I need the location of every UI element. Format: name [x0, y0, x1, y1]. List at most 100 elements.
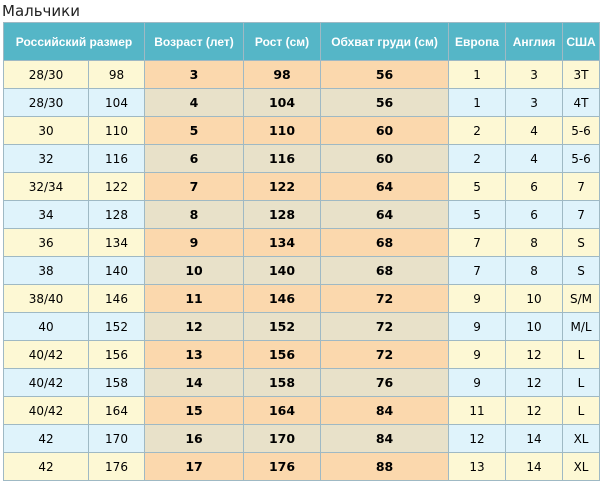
header-chest: Обхват груди (см): [320, 22, 450, 61]
cell-europe: 2: [448, 116, 507, 145]
cell-height: 104: [243, 88, 322, 117]
cell-russian-size: 40/42: [3, 396, 89, 425]
cell-ref-height: 156: [87, 340, 146, 369]
cell-chest: 88: [320, 452, 450, 481]
cell-europe: 9: [448, 312, 507, 341]
cell-ref-height: 158: [87, 368, 146, 397]
cell-age: 8: [144, 200, 245, 229]
cell-europe: 5: [448, 172, 507, 201]
cell-europe: 9: [448, 368, 507, 397]
header-height: Рост (см): [243, 22, 322, 61]
cell-age: 17: [144, 452, 245, 481]
cell-age: 9: [144, 228, 245, 257]
cell-age: 5: [144, 116, 245, 145]
cell-england: 12: [505, 340, 564, 369]
cell-usa: 5-6: [562, 116, 601, 145]
table-row: 30 110 5 110 60 2 4 5-6: [3, 116, 601, 145]
cell-chest: 84: [320, 424, 450, 453]
cell-russian-size: 36: [3, 228, 89, 257]
cell-usa: L: [562, 396, 601, 425]
cell-europe: 13: [448, 452, 507, 481]
cell-usa: XL: [562, 424, 601, 453]
cell-usa: S: [562, 228, 601, 257]
cell-ref-height: 152: [87, 312, 146, 341]
cell-russian-size: 34: [3, 200, 89, 229]
cell-russian-size: 28/30: [3, 88, 89, 117]
cell-europe: 1: [448, 60, 507, 89]
cell-england: 3: [505, 88, 564, 117]
header-england: Англия: [505, 22, 564, 61]
cell-russian-size: 40/42: [3, 340, 89, 369]
cell-russian-size: 40/42: [3, 368, 89, 397]
table-row: 42 176 17 176 88 13 14 XL: [3, 452, 601, 481]
table-row: 42 170 16 170 84 12 14 XL: [3, 424, 601, 453]
cell-age: 12: [144, 312, 245, 341]
cell-chest: 60: [320, 144, 450, 173]
cell-chest: 64: [320, 172, 450, 201]
cell-ref-height: 98: [87, 60, 146, 89]
cell-usa: L: [562, 368, 601, 397]
table-row: 40 152 12 152 72 9 10 M/L: [3, 312, 601, 341]
cell-age: 4: [144, 88, 245, 117]
header-usa: США: [562, 22, 601, 61]
cell-ref-height: 170: [87, 424, 146, 453]
cell-age: 16: [144, 424, 245, 453]
cell-england: 6: [505, 200, 564, 229]
cell-age: 13: [144, 340, 245, 369]
header-europe: Европа: [448, 22, 507, 61]
cell-chest: 68: [320, 256, 450, 285]
cell-height: 134: [243, 228, 322, 257]
header-russian-size: Российский размер: [2, 22, 146, 61]
cell-usa: L: [562, 340, 601, 369]
cell-usa: 7: [562, 172, 601, 201]
cell-age: 3: [144, 60, 245, 89]
cell-ref-height: 164: [87, 396, 146, 425]
cell-height: 176: [243, 452, 322, 481]
cell-ref-height: 104: [87, 88, 146, 117]
cell-height: 158: [243, 368, 322, 397]
cell-europe: 7: [448, 256, 507, 285]
cell-chest: 72: [320, 340, 450, 369]
cell-england: 12: [505, 396, 564, 425]
cell-chest: 72: [320, 284, 450, 313]
cell-ref-height: 116: [87, 144, 146, 173]
table-row: 28/30 104 4 104 56 1 3 4T: [3, 88, 601, 117]
cell-usa: S/M: [562, 284, 601, 313]
cell-england: 6: [505, 172, 564, 201]
table-row: 28/30 98 3 98 56 1 3 3T: [3, 60, 601, 89]
page-title: Мальчики: [2, 2, 80, 20]
cell-russian-size: 40: [3, 312, 89, 341]
cell-ref-height: 110: [87, 116, 146, 145]
cell-england: 14: [505, 452, 564, 481]
cell-england: 10: [505, 284, 564, 313]
cell-europe: 9: [448, 340, 507, 369]
cell-england: 12: [505, 368, 564, 397]
table-row: 32 116 6 116 60 2 4 5-6: [3, 144, 601, 173]
cell-europe: 11: [448, 396, 507, 425]
cell-russian-size: 32/34: [3, 172, 89, 201]
cell-age: 15: [144, 396, 245, 425]
cell-ref-height: 128: [87, 200, 146, 229]
size-chart-table: Российский размер Возраст (лет) Рост (см…: [2, 22, 601, 481]
cell-usa: XL: [562, 452, 601, 481]
table-row: 38 140 10 140 68 7 8 S: [3, 256, 601, 285]
table-row: 38/40 146 11 146 72 9 10 S/M: [3, 284, 601, 313]
cell-chest: 68: [320, 228, 450, 257]
cell-europe: 12: [448, 424, 507, 453]
cell-height: 122: [243, 172, 322, 201]
cell-europe: 2: [448, 144, 507, 173]
cell-england: 4: [505, 144, 564, 173]
cell-age: 10: [144, 256, 245, 285]
cell-usa: 5-6: [562, 144, 601, 173]
table-row: 40/42 156 13 156 72 9 12 L: [3, 340, 601, 369]
cell-ref-height: 146: [87, 284, 146, 313]
cell-chest: 56: [320, 60, 450, 89]
table-row: 40/42 164 15 164 84 11 12 L: [3, 396, 601, 425]
cell-height: 170: [243, 424, 322, 453]
cell-ref-height: 122: [87, 172, 146, 201]
cell-chest: 56: [320, 88, 450, 117]
cell-europe: 7: [448, 228, 507, 257]
cell-russian-size: 38: [3, 256, 89, 285]
cell-russian-size: 42: [3, 424, 89, 453]
cell-age: 11: [144, 284, 245, 313]
